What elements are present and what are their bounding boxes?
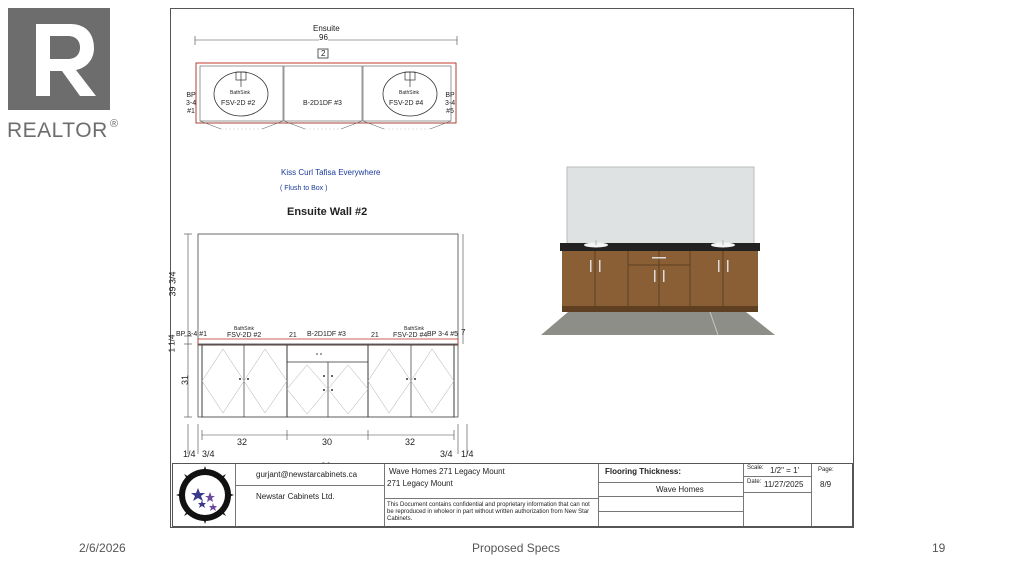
company-cell: gurjant@newstarcabinets.ca Newstar Cabin… [236, 464, 385, 526]
elev-center-cabinet: B-2D1DF #3 [307, 331, 346, 338]
elev-width-right: 32 [405, 437, 416, 447]
plan-right-sink-label: BathSink [399, 90, 420, 96]
elev-side-dim-4: 1/4 [461, 449, 474, 459]
footer-page-number: 19 [932, 541, 946, 555]
page-value: 8/9 [820, 480, 832, 489]
registered-mark: ® [110, 118, 119, 130]
scale-date-cell: Scale: 1/2" = 1' Date: 11/27/2025 [744, 464, 812, 526]
scale-label: Scale: [747, 465, 764, 471]
elev-left-end-label: BP 3-4 #1 [176, 331, 208, 338]
material-note: Kiss Curl Tafisa Everywhere [281, 168, 381, 177]
confidential-notice: This Document contains confidential and … [387, 502, 590, 522]
builder-name: Wave Homes [656, 485, 704, 494]
footer-title: Proposed Specs [472, 541, 561, 555]
logo-cell [173, 464, 236, 526]
realtor-logo: REALTOR ® [7, 8, 119, 142]
plan-right-sink-cabinet: FSV-2D #4 [389, 100, 424, 107]
plan-right-end-line-3: #5 [446, 108, 454, 115]
elev-side-dim-2: 3/4 [202, 449, 215, 459]
plan-left-end-line-2: 3-4 [186, 100, 197, 107]
elev-gap-left: 21 [289, 332, 297, 339]
plan-left-end-line-3: #1 [187, 108, 195, 115]
plan-right-end-line-2: 3-4 [445, 100, 456, 107]
elev-width-left: 32 [237, 437, 248, 447]
plan-center-cabinet: B-2D1DF #3 [303, 100, 342, 107]
plan-left-end-panel: BP 3-4 #1 [186, 92, 196, 116]
flooring-cell: Flooring Thickness: Wave Homes [599, 464, 744, 526]
vanity-3d-render [538, 164, 778, 339]
newstar-logo-icon [176, 466, 234, 524]
company-email: gurjant@newstarcabinets.ca [256, 470, 358, 479]
realtor-wordmark: REALTOR [7, 119, 108, 142]
project-address: 271 Legacy Mount [387, 479, 453, 488]
flooring-label: Flooring Thickness: [605, 467, 682, 476]
date-value: 11/27/2025 [764, 480, 804, 489]
elev-side-dim-3: 3/4 [440, 449, 453, 459]
elev-right-sink-cabinet: FSV-2D #4 [393, 332, 428, 339]
elev-width-center: 30 [322, 437, 333, 447]
page-label: Page: [818, 467, 834, 473]
footer-date: 2/6/2026 [79, 541, 126, 555]
plan-tag-number: 2 [321, 49, 326, 58]
elevation-drawing [184, 233, 468, 469]
plan-view: Ensuite 96 2 BP 3-4 #1 BP 3-4 #5 BathSin… [171, 9, 471, 149]
realtor-r-icon [8, 8, 110, 110]
elev-right-counter-dim: 7 [461, 328, 466, 337]
elevation-view: 39 3/4 1 1/4 31 BP 3-4 #1 BathSink FSV-2… [167, 224, 481, 471]
elev-left-sink-cabinet: FSV-2D #2 [227, 332, 262, 339]
project-cell: Wave Homes 271 Legacy Mount 271 Legacy M… [385, 464, 599, 526]
plan-left-sink-label: BathSink [230, 90, 251, 96]
plan-left-sink-cabinet: FSV-2D #2 [221, 100, 256, 107]
plan-left-end-line-1: BP [186, 92, 196, 99]
finish-note: ( Flush to Box ) [280, 185, 328, 192]
plan-right-end-panel: BP 3-4 #5 [445, 92, 455, 116]
elev-gap-right: 21 [371, 332, 379, 339]
elev-side-dim-1: 1/4 [183, 449, 196, 459]
project-name: Wave Homes 271 Legacy Mount [389, 467, 505, 476]
elev-base-height: 31 [180, 374, 191, 386]
elevation-title: Ensuite Wall #2 [287, 206, 368, 218]
plan-overall-dim: 96 [319, 33, 328, 42]
plan-drawing [194, 36, 458, 130]
page-cell: Page: 8/9 [812, 464, 852, 526]
vanity-render-image [541, 166, 775, 336]
elev-right-end-label: BP 3-4 #5 [427, 331, 459, 338]
company-name: Newstar Cabinets Ltd. [256, 492, 335, 501]
scale-value: 1/2" = 1' [770, 466, 800, 475]
date-label: Date: [747, 479, 762, 485]
title-block: gurjant@newstarcabinets.ca Newstar Cabin… [172, 463, 853, 527]
elev-wall-height: 39 3/4 [167, 271, 178, 297]
drawing-sheet: Ensuite 96 2 BP 3-4 #1 BP 3-4 #5 BathSin… [167, 8, 854, 528]
plan-right-end-line-1: BP [445, 92, 455, 99]
